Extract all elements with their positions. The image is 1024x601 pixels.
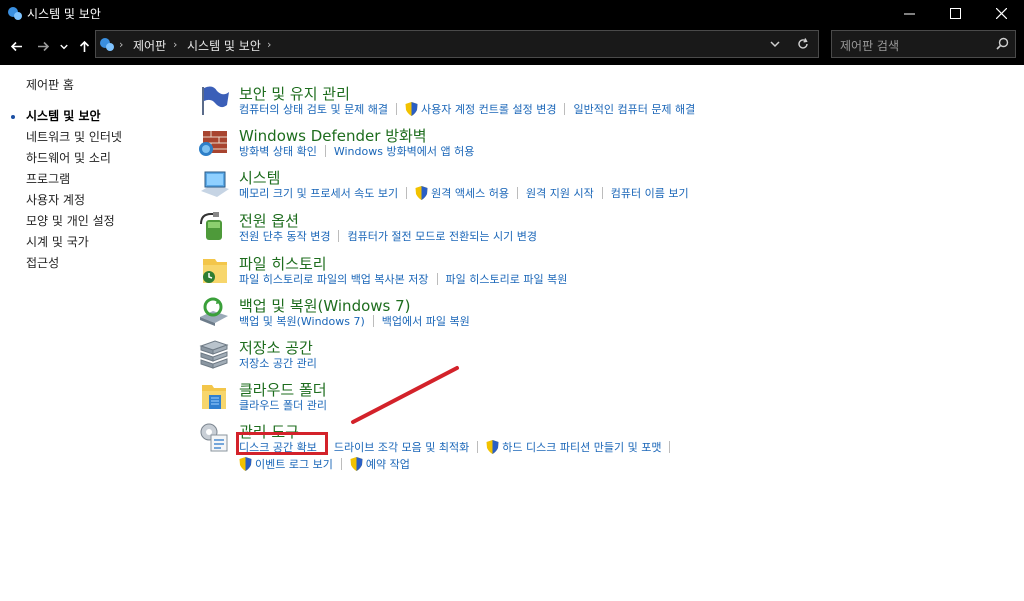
search-box[interactable]: 제어판 검색 bbox=[831, 30, 1016, 58]
up-button[interactable] bbox=[76, 38, 92, 54]
close-icon bbox=[995, 7, 1007, 19]
link-manage-storage[interactable]: 저장소 공간 관리 bbox=[239, 355, 317, 371]
search-placeholder: 제어판 검색 bbox=[840, 39, 900, 53]
link-uac-settings[interactable]: 사용자 계정 컨트롤 설정 변경 bbox=[405, 101, 556, 117]
link-manage-work-folders[interactable]: 클라우드 폴더 관리 bbox=[239, 397, 327, 413]
backup-icon bbox=[200, 297, 228, 326]
address-dropdown-icon[interactable] bbox=[768, 37, 782, 51]
arrow-right-icon bbox=[37, 41, 49, 51]
link-remote-assistance[interactable]: 원격 지원 시작 bbox=[526, 185, 594, 201]
cloud-folder-icon bbox=[202, 385, 226, 409]
flag-icon bbox=[202, 86, 229, 115]
chevron-down-icon bbox=[60, 44, 68, 49]
link-file-history-backup[interactable]: 파일 히스토리로 파일의 백업 복사본 저장 bbox=[239, 271, 429, 287]
firewall-icon bbox=[199, 131, 227, 156]
refresh-icon[interactable] bbox=[796, 37, 810, 51]
link-review-status[interactable]: 컴퓨터의 상태 검토 및 문제 해결 bbox=[239, 101, 388, 117]
breadcrumb-separator-icon: › bbox=[267, 38, 272, 51]
title-bar: 시스템 및 보안 bbox=[0, 0, 1024, 26]
maximize-icon bbox=[949, 7, 961, 19]
power-icon bbox=[200, 212, 222, 240]
close-button[interactable] bbox=[978, 0, 1024, 26]
address-bar[interactable]: › 제어판 › 시스템 및 보안 › bbox=[95, 30, 819, 58]
sidebar-item-accessibility[interactable]: 접근성 bbox=[26, 254, 59, 271]
link-sleep[interactable]: 컴퓨터가 절전 모드로 전환되는 시기 변경 bbox=[347, 228, 537, 244]
breadcrumb-control-panel[interactable]: 제어판 bbox=[133, 37, 166, 54]
breadcrumb-system-security[interactable]: 시스템 및 보안 bbox=[187, 37, 261, 54]
sidebar-item-network[interactable]: 네트워크 및 인터넷 bbox=[26, 128, 122, 145]
link-remote-access[interactable]: 원격 액세스 허용 bbox=[415, 185, 509, 201]
recent-locations-button[interactable] bbox=[58, 38, 70, 54]
link-computer-name[interactable]: 컴퓨터 이름 보기 bbox=[611, 185, 689, 201]
shield-icon bbox=[486, 440, 499, 454]
control-panel-icon bbox=[8, 7, 22, 20]
window-title: 시스템 및 보안 bbox=[27, 7, 101, 21]
minimize-button[interactable] bbox=[886, 0, 932, 26]
sidebar-item-programs[interactable]: 프로그램 bbox=[26, 170, 70, 187]
back-button[interactable] bbox=[8, 38, 24, 54]
shield-icon bbox=[415, 186, 428, 200]
arrow-up-icon bbox=[79, 40, 89, 52]
active-indicator-icon bbox=[11, 115, 15, 119]
link-defragment[interactable]: 드라이브 조각 모음 및 최적화 bbox=[334, 439, 469, 455]
link-file-history-restore[interactable]: 파일 히스토리로 파일 복원 bbox=[446, 271, 568, 287]
breadcrumb-separator-icon: › bbox=[173, 38, 178, 51]
file-history-icon bbox=[203, 259, 227, 283]
link-firewall-status[interactable]: 방화벽 상태 확인 bbox=[239, 143, 317, 159]
link-backup-restore[interactable]: 백업 및 복원(Windows 7) bbox=[239, 313, 365, 329]
shield-icon bbox=[405, 102, 418, 116]
sidebar-item-system-security[interactable]: 시스템 및 보안 bbox=[26, 107, 101, 124]
link-event-log[interactable]: 이벤트 로그 보기 bbox=[239, 456, 333, 472]
link-troubleshoot[interactable]: 일반적인 컴퓨터 문제 해결 bbox=[573, 101, 695, 117]
link-partition-format[interactable]: 하드 디스크 파티션 만들기 및 포맷 bbox=[486, 439, 661, 455]
sidebar-item-clock-region[interactable]: 시계 및 국가 bbox=[26, 233, 89, 250]
arrow-left-icon bbox=[10, 41, 22, 51]
sidebar-item-home[interactable]: 제어판 홈 bbox=[26, 76, 74, 93]
link-scheduled-tasks[interactable]: 예약 작업 bbox=[350, 456, 410, 472]
link-allow-app[interactable]: Windows 방화벽에서 앱 허용 bbox=[334, 143, 475, 159]
breadcrumb-separator-icon: › bbox=[119, 38, 124, 51]
shield-icon bbox=[350, 457, 363, 471]
link-restore-from-backup[interactable]: 백업에서 파일 복원 bbox=[382, 313, 470, 329]
shield-icon bbox=[239, 457, 252, 471]
search-icon bbox=[996, 37, 1009, 50]
admin-tools-icon bbox=[200, 423, 228, 452]
forward-button[interactable] bbox=[35, 38, 51, 54]
link-ram-cpu[interactable]: 메모리 크기 및 프로세서 속도 보기 bbox=[239, 185, 398, 201]
sidebar-item-user-accounts[interactable]: 사용자 계정 bbox=[26, 191, 85, 208]
sidebar-item-hardware[interactable]: 하드웨어 및 소리 bbox=[26, 149, 111, 166]
annotation-highlight-box bbox=[236, 432, 328, 455]
maximize-button[interactable] bbox=[932, 0, 978, 26]
annotation-arrow bbox=[351, 366, 459, 424]
minimize-icon bbox=[903, 13, 915, 14]
link-power-button[interactable]: 전원 단추 동작 변경 bbox=[239, 228, 330, 244]
control-panel-icon bbox=[100, 38, 114, 51]
storage-icon bbox=[199, 340, 229, 369]
sidebar-item-appearance[interactable]: 모양 및 개인 설정 bbox=[26, 212, 115, 229]
computer-icon bbox=[201, 171, 229, 197]
